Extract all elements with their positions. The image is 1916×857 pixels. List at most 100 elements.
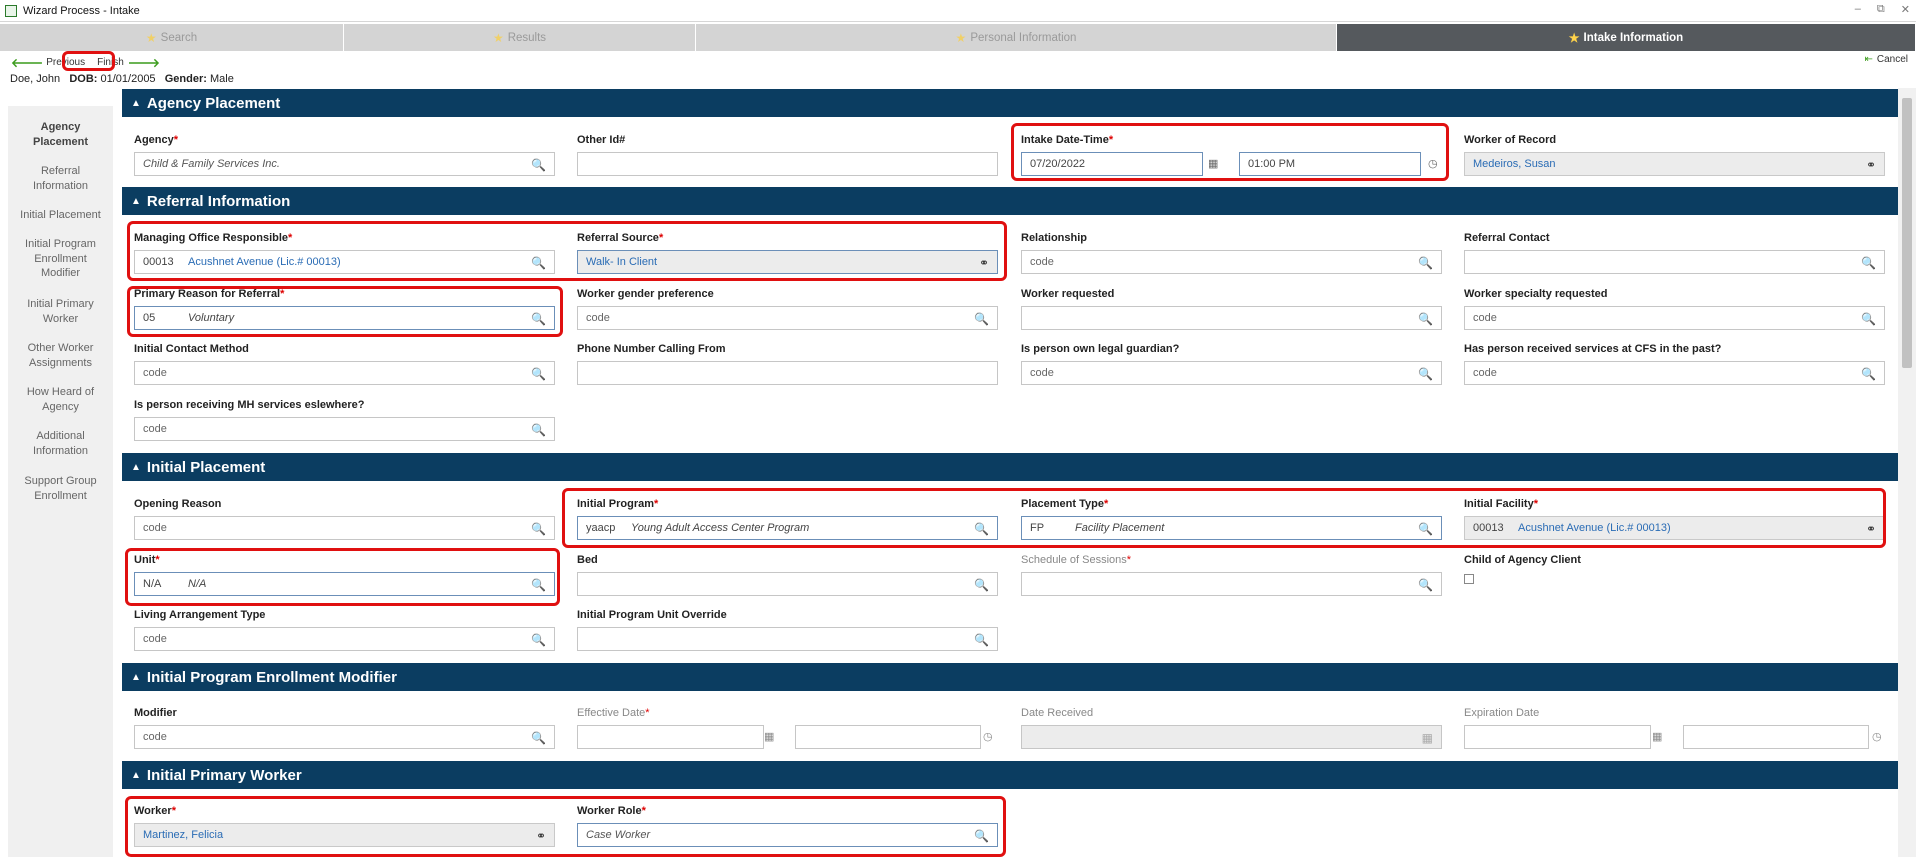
- sidebar-item-other-worker-assignments[interactable]: Other Worker Assignments: [20, 341, 101, 370]
- relationship-input[interactable]: code 🔍: [1021, 250, 1442, 274]
- section-program-enrollment-modifier[interactable]: ▲ Initial Program Enrollment Modifier: [122, 663, 1898, 691]
- intake-time-input[interactable]: 01:00 PM: [1239, 152, 1421, 176]
- search-icon[interactable]: 🔍: [974, 578, 989, 592]
- previous-button[interactable]: 🡐 Previous: [8, 53, 88, 71]
- search-icon[interactable]: 🔍: [531, 256, 546, 270]
- tab-personal-information[interactable]: ★ Personal Information: [696, 24, 1337, 51]
- worker-gender-pref-input[interactable]: code 🔍: [577, 306, 998, 330]
- tab-intake-information[interactable]: ★ Intake Information: [1337, 24, 1916, 51]
- placement-type-input[interactable]: FP Facility Placement 🔍: [1021, 516, 1442, 540]
- search-icon[interactable]: 🔍: [1861, 256, 1876, 270]
- section-primary-worker[interactable]: ▲ Initial Primary Worker: [122, 761, 1898, 789]
- effective-date-input[interactable]: [577, 725, 764, 749]
- worker-specialty-input[interactable]: code 🔍: [1464, 306, 1885, 330]
- search-icon[interactable]: 🔍: [531, 731, 546, 745]
- managing-office-input[interactable]: 00013 Acushnet Avenue (Lic.# 00013) 🔍: [134, 250, 555, 274]
- worker-of-record-input[interactable]: Medeiros, Susan ⚭: [1464, 152, 1885, 176]
- search-icon[interactable]: 🔍: [974, 312, 989, 326]
- child-of-agency-client-checkbox[interactable]: [1464, 574, 1474, 584]
- worker-input[interactable]: Martinez, Felicia ⚭: [134, 823, 555, 847]
- search-icon[interactable]: 🔍: [1418, 367, 1433, 381]
- sidebar-item-primary-worker[interactable]: Initial Primary Worker: [20, 297, 101, 326]
- sidebar-item-support-group-enrollment[interactable]: Support Group Enrollment: [20, 474, 101, 503]
- program-unit-override-input[interactable]: 🔍: [577, 627, 998, 651]
- received-services-past-input[interactable]: code 🔍: [1464, 361, 1885, 385]
- search-icon[interactable]: 🔍: [974, 522, 989, 536]
- other-id-input[interactable]: [577, 152, 998, 176]
- bed-input[interactable]: 🔍: [577, 572, 998, 596]
- clock-icon[interactable]: ◷: [1428, 157, 1438, 170]
- tab-search[interactable]: ★ Search: [0, 24, 344, 51]
- search-icon[interactable]: 🔍: [1418, 312, 1433, 326]
- search-icon[interactable]: 🔍: [531, 633, 546, 647]
- search-icon[interactable]: 🔍: [531, 158, 546, 172]
- initial-contact-method-input[interactable]: code 🔍: [134, 361, 555, 385]
- primary-reason-input[interactable]: 05 Voluntary 🔍: [134, 306, 555, 330]
- search-icon[interactable]: 🔍: [531, 522, 546, 536]
- star-icon: ★: [955, 30, 967, 45]
- living-arrangement-input[interactable]: code 🔍: [134, 627, 555, 651]
- search-icon[interactable]: 🔍: [974, 829, 989, 843]
- intake-date-input[interactable]: 07/20/2022: [1021, 152, 1203, 176]
- living-arrangement-field: Living Arrangement Type code 🔍: [134, 608, 555, 651]
- calendar-icon[interactable]: ▦: [1652, 730, 1662, 743]
- sidebar-item-initial-placement[interactable]: Initial Placement: [14, 208, 107, 223]
- binoculars-icon[interactable]: ⚭: [536, 829, 546, 843]
- initial-program-input[interactable]: yaacp Young Adult Access Center Program 🔍: [577, 516, 998, 540]
- unit-input[interactable]: N/A N/A 🔍: [134, 572, 555, 596]
- opening-reason-input[interactable]: code 🔍: [134, 516, 555, 540]
- search-icon[interactable]: 🔍: [531, 578, 546, 592]
- agency-input[interactable]: Child & Family Services Inc. 🔍: [134, 152, 555, 176]
- cancel-button[interactable]: ⇤ Cancel: [1864, 54, 1908, 65]
- vertical-scrollbar[interactable]: [1898, 88, 1916, 857]
- search-icon[interactable]: 🔍: [974, 633, 989, 647]
- child-of-agency-client-field: Child of Agency Client: [1464, 553, 1885, 584]
- wizard-nav: 🡐 Previous Finish 🡒 ⇤ Cancel: [0, 52, 1916, 72]
- referral-source-input[interactable]: Walk- In Client ⚭: [577, 250, 998, 274]
- scrollbar-thumb[interactable]: [1902, 98, 1912, 368]
- clock-icon[interactable]: ◷: [1872, 730, 1882, 743]
- expiration-time-input[interactable]: [1683, 725, 1869, 749]
- tab-results[interactable]: ★ Results: [344, 24, 696, 51]
- schedule-of-sessions-input[interactable]: 🔍: [1021, 572, 1442, 596]
- search-icon[interactable]: 🔍: [1861, 367, 1876, 381]
- sidebar-item-program-enrollment-modifier[interactable]: Initial Program Enrollment Modifier: [20, 237, 101, 281]
- expiration-date-input[interactable]: [1464, 725, 1651, 749]
- sidebar-item-referral-information[interactable]: Referral Information: [20, 164, 101, 193]
- search-icon[interactable]: 🔍: [1861, 312, 1876, 326]
- search-icon[interactable]: 🔍: [1418, 578, 1433, 592]
- sidebar-item-how-heard-of-agency[interactable]: How Heard of Agency: [20, 385, 101, 414]
- close-button[interactable]: ✕: [1901, 3, 1910, 16]
- initial-facility-input[interactable]: 00013 Acushnet Avenue (Lic.# 00013) ⚭: [1464, 516, 1885, 540]
- minimize-button[interactable]: –: [1855, 3, 1861, 16]
- calendar-icon[interactable]: ▦: [1208, 157, 1218, 170]
- modifier-input[interactable]: code 🔍: [134, 725, 555, 749]
- sidebar-item-additional-information[interactable]: Additional Information: [20, 429, 101, 458]
- search-icon[interactable]: 🔍: [531, 423, 546, 437]
- restore-button[interactable]: ⧉: [1877, 3, 1885, 16]
- worker-requested-field: Worker requested 🔍: [1021, 287, 1442, 330]
- sidebar-item-agency-placement[interactable]: Agency Placement: [20, 120, 101, 149]
- referral-contact-input[interactable]: 🔍: [1464, 250, 1885, 274]
- binoculars-icon[interactable]: ⚭: [979, 256, 989, 270]
- calendar-icon[interactable]: ▦: [1422, 731, 1433, 745]
- phone-calling-from-input[interactable]: [577, 361, 998, 385]
- search-icon[interactable]: 🔍: [531, 312, 546, 326]
- receiving-mh-services-input[interactable]: code 🔍: [134, 417, 555, 441]
- calendar-icon[interactable]: ▦: [764, 730, 774, 743]
- search-icon[interactable]: 🔍: [1418, 256, 1433, 270]
- clock-icon[interactable]: ◷: [983, 730, 993, 743]
- binoculars-icon[interactable]: ⚭: [1866, 158, 1876, 172]
- worker-role-input[interactable]: Case Worker 🔍: [577, 823, 998, 847]
- worker-requested-input[interactable]: 🔍: [1021, 306, 1442, 330]
- date-received-input[interactable]: ▦: [1021, 725, 1442, 749]
- finish-button[interactable]: Finish 🡒: [94, 53, 163, 71]
- binoculars-icon[interactable]: ⚭: [1866, 522, 1876, 536]
- search-icon[interactable]: 🔍: [1418, 522, 1433, 536]
- section-initial-placement[interactable]: ▲ Initial Placement: [122, 453, 1898, 481]
- search-icon[interactable]: 🔍: [531, 367, 546, 381]
- effective-time-input[interactable]: [795, 725, 981, 749]
- section-referral-information[interactable]: ▲ Referral Information: [122, 187, 1898, 215]
- own-legal-guardian-input[interactable]: code 🔍: [1021, 361, 1442, 385]
- section-agency-placement[interactable]: ▲ Agency Placement: [122, 89, 1898, 117]
